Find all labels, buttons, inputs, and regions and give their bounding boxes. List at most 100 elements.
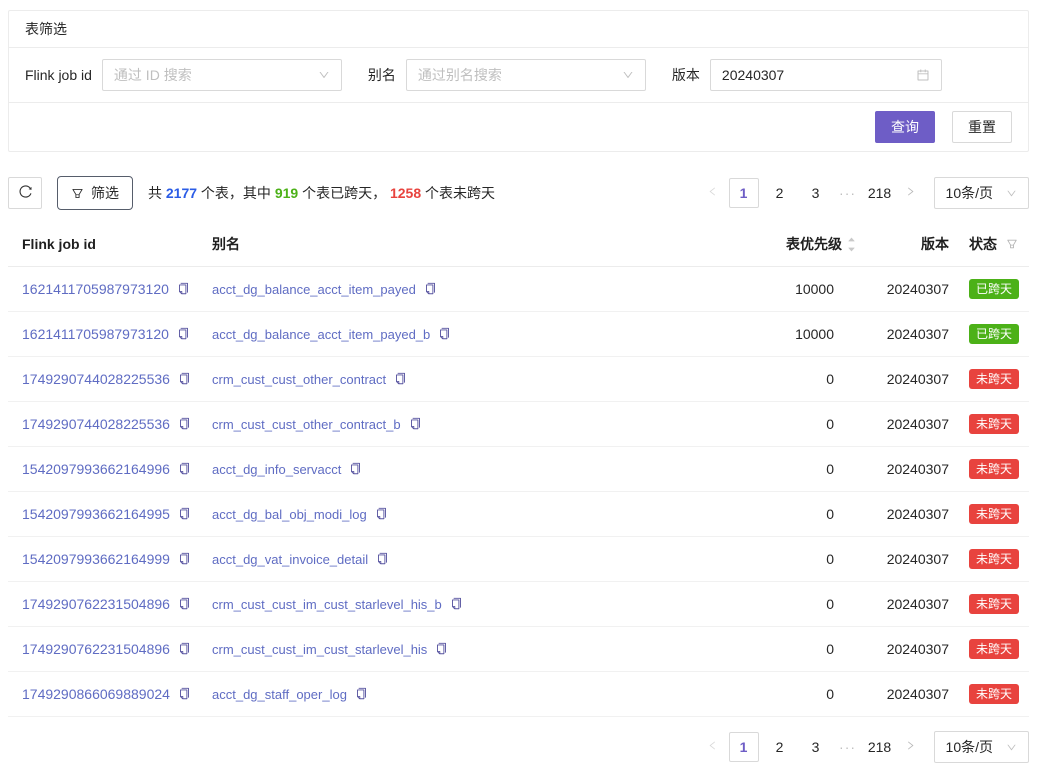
flink-job-id-link[interactable]: 1749290744028225536 xyxy=(22,416,170,432)
copy-icon[interactable] xyxy=(376,552,389,565)
crossed-count: 919 xyxy=(275,185,298,201)
table-header-row: Flink job id 别名 表优先级 版本 状态 xyxy=(8,222,1029,267)
flink-job-id-link[interactable]: 1749290866069889024 xyxy=(22,686,170,702)
flink-job-id-link[interactable]: 1621411705987973120 xyxy=(22,326,169,342)
priority-cell: 0 xyxy=(734,537,864,582)
alias-cell: acct_dg_bal_obj_modi_log xyxy=(204,492,734,537)
page-size-select[interactable]: 10条/页 xyxy=(934,731,1029,763)
alias-cell: acct_dg_info_servacct xyxy=(204,447,734,492)
copy-icon[interactable] xyxy=(177,327,190,340)
copy-icon[interactable] xyxy=(435,642,448,655)
flink-job-id-placeholder: 通过 ID 搜索 xyxy=(114,65,192,85)
status-cell: 未跨天 xyxy=(959,492,1029,537)
filter-panel: 表筛选 Flink job id 通过 ID 搜索 别名 通过别名搜索 版本 xyxy=(8,10,1029,152)
flink-job-id-link[interactable]: 1749290744028225536 xyxy=(22,371,170,387)
page-ellipsis[interactable]: ··· xyxy=(834,739,862,755)
flink-job-id-link[interactable]: 1749290762231504896 xyxy=(22,596,170,612)
copy-icon[interactable] xyxy=(178,462,191,475)
flink-job-id-link[interactable]: 1749290762231504896 xyxy=(22,641,170,657)
refresh-button[interactable] xyxy=(8,177,42,209)
filter-button[interactable]: 筛选 xyxy=(57,176,133,210)
prev-page-button[interactable] xyxy=(700,178,726,208)
alias-link[interactable]: acct_dg_bal_obj_modi_log xyxy=(212,507,367,522)
page-button-218[interactable]: 218 xyxy=(865,732,895,762)
page-button-1[interactable]: 1 xyxy=(729,178,759,208)
alias-cell: crm_cust_cust_other_contract xyxy=(204,357,734,402)
flink-job-id-link[interactable]: 1542097993662164995 xyxy=(22,506,170,522)
copy-icon[interactable] xyxy=(178,687,191,700)
alias-link[interactable]: acct_dg_staff_oper_log xyxy=(212,687,347,702)
filter-fields-row: Flink job id 通过 ID 搜索 别名 通过别名搜索 版本 20240… xyxy=(9,48,1028,103)
copy-icon[interactable] xyxy=(375,507,388,520)
table-row: 1542097993662164995 acct_dg_bal_obj_modi… xyxy=(8,492,1029,537)
page-button-3[interactable]: 3 xyxy=(801,732,831,762)
sort-icon[interactable] xyxy=(847,235,856,254)
flink-job-id-link[interactable]: 1542097993662164996 xyxy=(22,461,170,477)
flink-job-id-link[interactable]: 1621411705987973120 xyxy=(22,281,169,297)
alias-link[interactable]: crm_cust_cust_im_cust_starlevel_his_b xyxy=(212,597,442,612)
table-row: 1749290762231504896 crm_cust_cust_im_cus… xyxy=(8,582,1029,627)
page-button-2[interactable]: 2 xyxy=(765,732,795,762)
copy-icon[interactable] xyxy=(394,372,407,385)
version-date-input[interactable]: 20240307 xyxy=(710,59,942,91)
alias-cell: crm_cust_cust_im_cust_starlevel_his xyxy=(204,627,734,672)
alias-cell: crm_cust_cust_other_contract_b xyxy=(204,402,734,447)
page-button-1[interactable]: 1 xyxy=(729,732,759,762)
alias-link[interactable]: acct_dg_balance_acct_item_payed xyxy=(212,282,416,297)
reset-button[interactable]: 重置 xyxy=(952,111,1012,143)
version-cell: 20240307 xyxy=(864,627,959,672)
page-button-3[interactable]: 3 xyxy=(801,178,831,208)
alias-link[interactable]: acct_dg_info_servacct xyxy=(212,462,341,477)
copy-icon[interactable] xyxy=(349,462,362,475)
status-filter-icon[interactable] xyxy=(1006,238,1018,250)
copy-icon[interactable] xyxy=(450,597,463,610)
alias-link[interactable]: acct_dg_balance_acct_item_payed_b xyxy=(212,327,430,342)
version-cell: 20240307 xyxy=(864,267,959,312)
copy-icon[interactable] xyxy=(178,372,191,385)
next-page-button[interactable] xyxy=(898,732,924,762)
chevron-left-icon xyxy=(707,186,718,200)
copy-icon[interactable] xyxy=(355,687,368,700)
copy-icon[interactable] xyxy=(409,417,422,430)
table-row: 1621411705987973120 acct_dg_balance_acct… xyxy=(8,267,1029,312)
status-cell: 未跨天 xyxy=(959,537,1029,582)
copy-icon[interactable] xyxy=(178,642,191,655)
alias-link[interactable]: crm_cust_cust_other_contract xyxy=(212,372,386,387)
page-ellipsis[interactable]: ··· xyxy=(834,185,862,201)
copy-icon[interactable] xyxy=(177,282,190,295)
page-size-select[interactable]: 10条/页 xyxy=(934,177,1029,209)
copy-icon[interactable] xyxy=(178,507,191,520)
flink-job-id-cell: 1749290762231504896 xyxy=(8,627,204,672)
status-cell: 未跨天 xyxy=(959,582,1029,627)
version-value: 20240307 xyxy=(722,67,784,83)
status-cell: 未跨天 xyxy=(959,627,1029,672)
flink-job-id-link[interactable]: 1542097993662164999 xyxy=(22,551,170,567)
copy-icon[interactable] xyxy=(424,282,437,295)
alias-select[interactable]: 通过别名搜索 xyxy=(406,59,646,91)
status-badge: 未跨天 xyxy=(969,414,1019,434)
alias-link[interactable]: acct_dg_vat_invoice_detail xyxy=(212,552,368,567)
copy-icon[interactable] xyxy=(178,597,191,610)
flink-job-id-select[interactable]: 通过 ID 搜索 xyxy=(102,59,342,91)
next-page-button[interactable] xyxy=(898,178,924,208)
page-size-label: 10条/页 xyxy=(946,183,993,203)
version-cell: 20240307 xyxy=(864,402,959,447)
priority-cell: 10000 xyxy=(734,267,864,312)
copy-icon[interactable] xyxy=(178,552,191,565)
pagination-bottom: 1 2 3 ··· 218 10条/页 xyxy=(700,731,1029,763)
copy-icon[interactable] xyxy=(178,417,191,430)
query-button[interactable]: 查询 xyxy=(875,111,935,143)
version-cell: 20240307 xyxy=(864,312,959,357)
prev-page-button[interactable] xyxy=(700,732,726,762)
flink-job-id-label: Flink job id xyxy=(25,67,92,83)
table-footer: 1 2 3 ··· 218 10条/页 xyxy=(8,731,1029,763)
alias-link[interactable]: crm_cust_cust_other_contract_b xyxy=(212,417,401,432)
page-button-2[interactable]: 2 xyxy=(765,178,795,208)
page-button-218[interactable]: 218 xyxy=(865,178,895,208)
uncrossed-count: 1258 xyxy=(390,185,421,201)
status-cell: 未跨天 xyxy=(959,357,1029,402)
copy-icon[interactable] xyxy=(438,327,451,340)
priority-cell: 0 xyxy=(734,357,864,402)
alias-link[interactable]: crm_cust_cust_im_cust_starlevel_his xyxy=(212,642,427,657)
chevron-down-icon xyxy=(1006,188,1017,199)
